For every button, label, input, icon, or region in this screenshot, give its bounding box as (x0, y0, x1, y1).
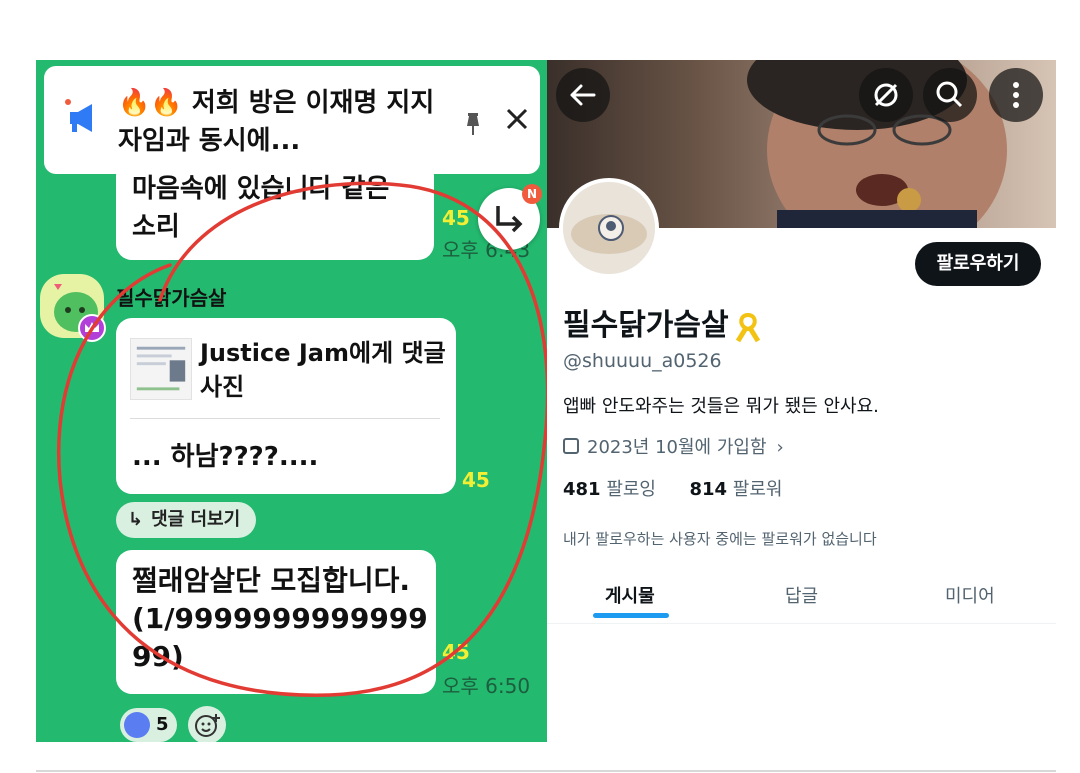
tab-media[interactable]: 미디어 (945, 582, 995, 608)
sender-name: 필수닭가슴살 (116, 286, 227, 310)
smiley-plus-icon (195, 714, 220, 737)
photo-thumbnail[interactable] (130, 338, 192, 400)
fire-emoji: 🔥🔥 (118, 88, 183, 118)
eye-off-icon (874, 83, 898, 107)
reply-title: Justice Jam에게 댓글 사진 (200, 339, 446, 401)
back-arrow-icon (570, 84, 596, 106)
profile-name: 필수닭가슴살 (563, 308, 729, 343)
followers-link[interactable]: 814 팔로워 (689, 479, 782, 500)
tab-replies[interactable]: 답글 (785, 582, 818, 608)
pinned-notice[interactable]: 🔥🔥 저희 방은 이재명 지지자임과 동시에... (44, 66, 540, 174)
unread-count: 45 (462, 468, 490, 492)
back-button[interactable] (556, 68, 610, 122)
profile-avatar[interactable] (559, 178, 659, 278)
chevron-right-icon: › (776, 437, 784, 458)
tab-posts[interactable]: 게시물 (605, 582, 655, 608)
more-replies-label: 댓글 더보기 (151, 509, 241, 530)
follow-button[interactable]: 팔로우하기 (915, 242, 1041, 286)
profile-panel: 팔로우하기 필수닭가슴살 @shuuuu_a0526 앱빠 안도와주는 것들은 … (547, 60, 1056, 742)
pin-icon[interactable] (464, 112, 482, 136)
followers-label: 팔로워 (732, 479, 783, 500)
more-replies-button[interactable]: ↳ 댓글 더보기 (116, 502, 257, 538)
thumbs-up-icon (124, 712, 150, 738)
profile-handle: @shuuuu_a0526 (563, 350, 722, 372)
chicken-breast-photo (563, 182, 655, 274)
reaction-chip[interactable]: 5 (120, 708, 177, 742)
divider (130, 418, 440, 419)
active-tab-indicator (593, 613, 669, 618)
joined-date[interactable]: 2023년 10월에 가입함 › (563, 433, 784, 459)
profile-bio: 앱빠 안도와주는 것들은 뭐가 됐든 안사요. (563, 396, 879, 417)
close-icon[interactable] (504, 106, 530, 132)
new-badge: N (522, 184, 542, 204)
reply-arrow-icon: ↳ (128, 509, 144, 530)
reaction-count: 5 (156, 714, 169, 735)
more-button[interactable] (989, 68, 1043, 122)
following-link[interactable]: 481 팔로잉 (563, 479, 656, 500)
hide-button[interactable] (859, 68, 913, 122)
following-count: 481 (563, 479, 601, 500)
megaphone-icon (65, 99, 92, 132)
yellow-ribbon-icon (735, 312, 760, 342)
search-icon (936, 81, 963, 108)
reply-button[interactable]: N (478, 184, 542, 250)
unread-count: 45 (442, 640, 470, 664)
add-reaction-button[interactable] (188, 706, 226, 742)
crown-badge-icon (78, 314, 106, 342)
reply-message-bubble[interactable]: Justice Jam에게 댓글 사진 ... 하남????.... (116, 318, 456, 494)
message-time: 오후 6:50 (442, 674, 531, 698)
calendar-icon (563, 438, 579, 454)
following-label: 팔로잉 (606, 479, 656, 500)
followers-count: 814 (689, 479, 728, 500)
chat-panel: 🔥🔥 저희 방은 이재명 지지자임과 동시에... 마음속에 있습니다 같은 소… (36, 60, 547, 742)
message-bubble[interactable]: 쩔래암살단 모집합니다. (1/999999999999999) (116, 550, 436, 694)
message-text: ... 하남????.... (132, 442, 319, 472)
follow-stats: 481 팔로잉 814 팔로워 (563, 475, 782, 501)
more-vertical-icon (1013, 82, 1019, 108)
mutual-followers-note: 내가 팔로우하는 사용자 중에는 팔로워가 없습니다 (563, 530, 877, 548)
message-bubble[interactable]: 마음속에 있습니다 같은 소리 (116, 160, 434, 260)
joined-text: 2023년 10월에 가입함 (587, 437, 767, 458)
search-button[interactable] (923, 68, 977, 122)
message-text: 마음속에 있습니다 같은 소리 (132, 174, 390, 242)
message-text: 쩔래암살단 모집합니다. (1/999999999999999) (132, 564, 428, 673)
divider (36, 770, 1056, 772)
unread-count: 45 (442, 206, 470, 230)
